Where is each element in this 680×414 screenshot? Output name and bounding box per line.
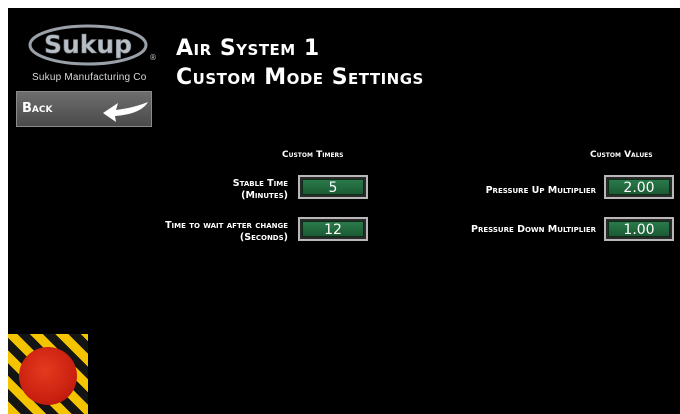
pressure-up-label: Pressure Up Multiplier [485, 185, 596, 196]
page-title-line1: Air System 1 [176, 36, 320, 61]
page-title-line2: Custom Mode Settings [176, 65, 424, 90]
pressure-up-value: 2.00 [608, 179, 670, 196]
wait-time-label-line2: (Seconds) [239, 232, 288, 243]
logo-wordmark-text: Sukup [44, 30, 132, 59]
wait-time-label: Time to wait after change (Seconds) [165, 220, 288, 244]
hmi-screen: Sukup ® Sukup Manufacturing Co Air Syste… [8, 8, 680, 414]
logo-subtitle: Sukup Manufacturing Co [32, 72, 147, 83]
wait-time-field[interactable]: 12 [298, 217, 368, 241]
pressure-up-field[interactable]: 2.00 [604, 175, 674, 199]
stable-time-label-line2: (Minutes) [241, 190, 288, 201]
wait-time-value: 12 [302, 221, 364, 238]
custom-timers-header: Custom Timers [282, 150, 344, 160]
emergency-stop-icon [19, 347, 77, 405]
back-button[interactable]: Back [16, 91, 152, 127]
pressure-down-field[interactable]: 1.00 [604, 217, 674, 241]
stable-time-label-line1: Stable Time [232, 178, 288, 189]
stable-time-label: Stable Time (Minutes) [233, 178, 288, 202]
wait-time-label-line1: Time to wait after change [165, 220, 288, 231]
custom-values-header: Custom Values [590, 150, 653, 160]
stable-time-field[interactable]: 5 [298, 175, 368, 199]
back-button-label: Back [22, 101, 53, 116]
pressure-down-value: 1.00 [608, 221, 670, 238]
emergency-stop-button[interactable] [8, 334, 88, 414]
sukup-wordmark-icon: Sukup ® [28, 24, 156, 66]
pressure-down-label: Pressure Down Multiplier [471, 224, 596, 235]
arrow-left-icon [103, 102, 148, 122]
stable-time-value: 5 [302, 179, 364, 196]
sukup-logo: Sukup ® Sukup Manufacturing Co [28, 24, 156, 84]
registered-mark: ® [149, 53, 156, 62]
